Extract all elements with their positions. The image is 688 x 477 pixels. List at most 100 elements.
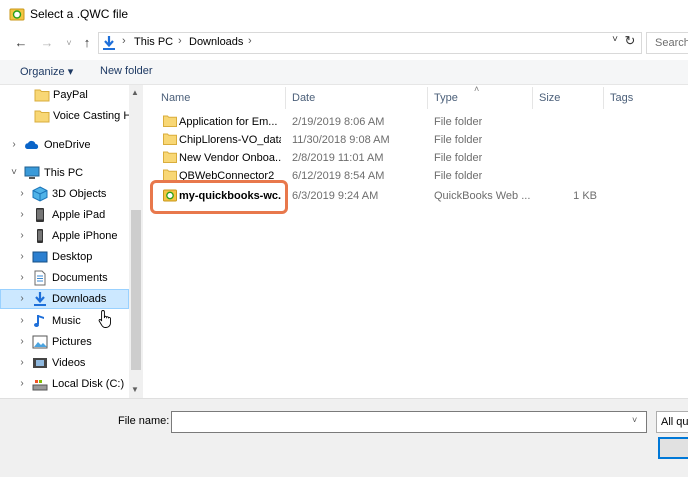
chevron-right-icon[interactable]: › (9, 139, 19, 150)
folder-icon (34, 89, 50, 102)
sidebar-item-desktop[interactable]: › Desktop (0, 247, 129, 267)
folder-icon (163, 115, 177, 127)
up-button[interactable]: ↑ (78, 34, 96, 52)
chevron-right-icon[interactable]: › (17, 378, 27, 389)
scroll-down-icon[interactable]: ▼ (131, 385, 139, 394)
picture-icon (32, 335, 48, 349)
breadcrumb-this-pc[interactable]: This PC (134, 36, 173, 48)
file-type: File folder (434, 152, 483, 164)
chevron-right-icon[interactable]: › (17, 272, 27, 283)
sidebar-item-label: Apple iPhone (52, 230, 118, 242)
breadcrumb-separator-icon: › (122, 35, 126, 47)
chevron-right-icon[interactable]: › (17, 251, 27, 262)
forward-button[interactable]: → (38, 34, 56, 52)
file-type: File folder (434, 116, 483, 128)
sidebar-item-onedrive[interactable]: › OneDrive (0, 135, 129, 155)
chevron-right-icon[interactable]: › (17, 336, 27, 347)
filename-dropdown-icon[interactable]: ˅ (632, 415, 637, 425)
sidebar-item-apple-ipad[interactable]: › Apple iPad (0, 205, 129, 225)
chevron-right-icon[interactable]: › (17, 315, 27, 326)
sidebar-item-3d-objects[interactable]: › 3D Objects (0, 184, 129, 204)
file-type-filter[interactable]: All qu (656, 411, 688, 433)
file-name: ChipLlorens-VO_data (179, 134, 281, 146)
column-divider[interactable] (285, 87, 286, 109)
downloads-icon (34, 292, 46, 306)
chevron-right-icon[interactable]: › (17, 209, 27, 220)
filename-input[interactable]: ˅ (171, 411, 647, 433)
column-header-name[interactable]: Name (161, 92, 190, 104)
title-bar: Select a .QWC file (0, 0, 688, 28)
sidebar-item-local-disk[interactable]: › Local Disk (C:) (0, 374, 129, 394)
open-button[interactable] (658, 437, 688, 459)
file-row[interactable]: New Vendor Onboa... 2/8/2019 11:01 AM Fi… (151, 149, 551, 167)
column-divider[interactable] (427, 87, 428, 109)
file-name: Application for Em... (179, 116, 278, 128)
file-date: 2/19/2019 8:06 AM (292, 116, 385, 128)
column-divider[interactable] (603, 87, 604, 109)
file-type: QuickBooks Web ... (434, 190, 531, 202)
sidebar-item-videos[interactable]: › Videos (0, 353, 129, 373)
video-icon (33, 358, 47, 368)
navigation-scrollbar[interactable]: ▲ ▼ (129, 85, 143, 398)
column-header-type[interactable]: Type (434, 92, 458, 104)
sidebar-item-label: Apple iPad (52, 209, 106, 221)
sidebar-item-voice-casting[interactable]: Voice Casting Hub (0, 106, 129, 126)
file-row[interactable]: ChipLlorens-VO_data 11/30/2018 9:08 AM F… (151, 131, 551, 149)
folder-icon (34, 110, 50, 123)
sidebar-item-downloads[interactable]: › Downloads (0, 289, 129, 309)
sidebar-item-this-pc[interactable]: ˅ This PC (0, 163, 129, 183)
address-bar[interactable]: › This PC › Downloads › (98, 32, 642, 54)
quickbooks-file-icon (9, 8, 25, 21)
search-input[interactable]: Search (646, 32, 688, 54)
new-folder-button[interactable]: New folder (100, 65, 153, 77)
file-name: New Vendor Onboa... (179, 152, 281, 164)
sidebar-item-label: Pictures (52, 336, 92, 348)
sidebar-item-label: Documents (52, 272, 108, 284)
computer-icon (24, 166, 40, 179)
sidebar-item-label: OneDrive (44, 139, 91, 151)
tablet-icon (36, 208, 44, 222)
back-button[interactable]: ← (12, 34, 30, 52)
chevron-right-icon[interactable]: › (17, 293, 27, 304)
sidebar-item-documents[interactable]: › Documents (0, 268, 129, 288)
column-header-tags[interactable]: Tags (610, 92, 633, 104)
sidebar-item-label: Downloads (52, 293, 107, 305)
document-icon (34, 270, 46, 286)
folder-icon (163, 151, 177, 163)
navigation-pane: PayPal Voice Casting Hub › OneDrive ˅ Th… (0, 85, 143, 398)
file-list: Name Date ˄ Type Size Tags Application f… (143, 84, 688, 398)
search-placeholder: Search (655, 37, 688, 49)
cloud-icon (25, 140, 39, 149)
scroll-up-icon[interactable]: ▲ (131, 88, 139, 97)
column-header-date[interactable]: Date (292, 92, 315, 104)
recent-locations-button[interactable]: ˅ (60, 34, 78, 52)
chevron-down-icon[interactable]: ˅ (9, 167, 19, 178)
file-row[interactable]: Application for Em... 2/19/2019 8:06 AM … (151, 113, 551, 131)
sidebar-item-pictures[interactable]: › Pictures (0, 332, 129, 352)
cube-icon (32, 186, 48, 202)
sidebar-item-label: Local Disk (C:) (52, 378, 125, 390)
organize-button[interactable]: Organize ▾ (20, 65, 73, 78)
highlight-annotation (150, 180, 288, 214)
refresh-icon[interactable]: ↻ (622, 33, 638, 49)
sort-ascending-icon: ˄ (474, 84, 480, 94)
sidebar-item-paypal[interactable]: PayPal (0, 85, 129, 105)
chevron-right-icon[interactable]: › (17, 188, 27, 199)
column-divider[interactable] (532, 87, 533, 109)
scrollbar-thumb[interactable] (131, 210, 141, 370)
command-bar: Organize ▾ New folder (0, 60, 688, 85)
navigation-row: ← → ˅ ↑ › This PC › Downloads › (0, 28, 688, 58)
address-dropdown-icon[interactable]: ˅ (608, 30, 622, 50)
file-date: 11/30/2018 9:08 AM (292, 134, 390, 146)
sidebar-item-label: 3D Objects (52, 188, 107, 200)
chevron-right-icon[interactable]: › (17, 357, 27, 368)
column-header-size[interactable]: Size (539, 92, 560, 104)
phone-icon (37, 229, 43, 243)
breadcrumb-downloads[interactable]: Downloads (189, 36, 243, 48)
chevron-right-icon[interactable]: › (17, 230, 27, 241)
file-size: 1 KB (573, 190, 597, 202)
drive-icon (32, 380, 48, 391)
sidebar-item-apple-iphone[interactable]: › Apple iPhone (0, 226, 129, 246)
downloads-icon (103, 36, 115, 50)
desktop-icon (32, 251, 48, 263)
